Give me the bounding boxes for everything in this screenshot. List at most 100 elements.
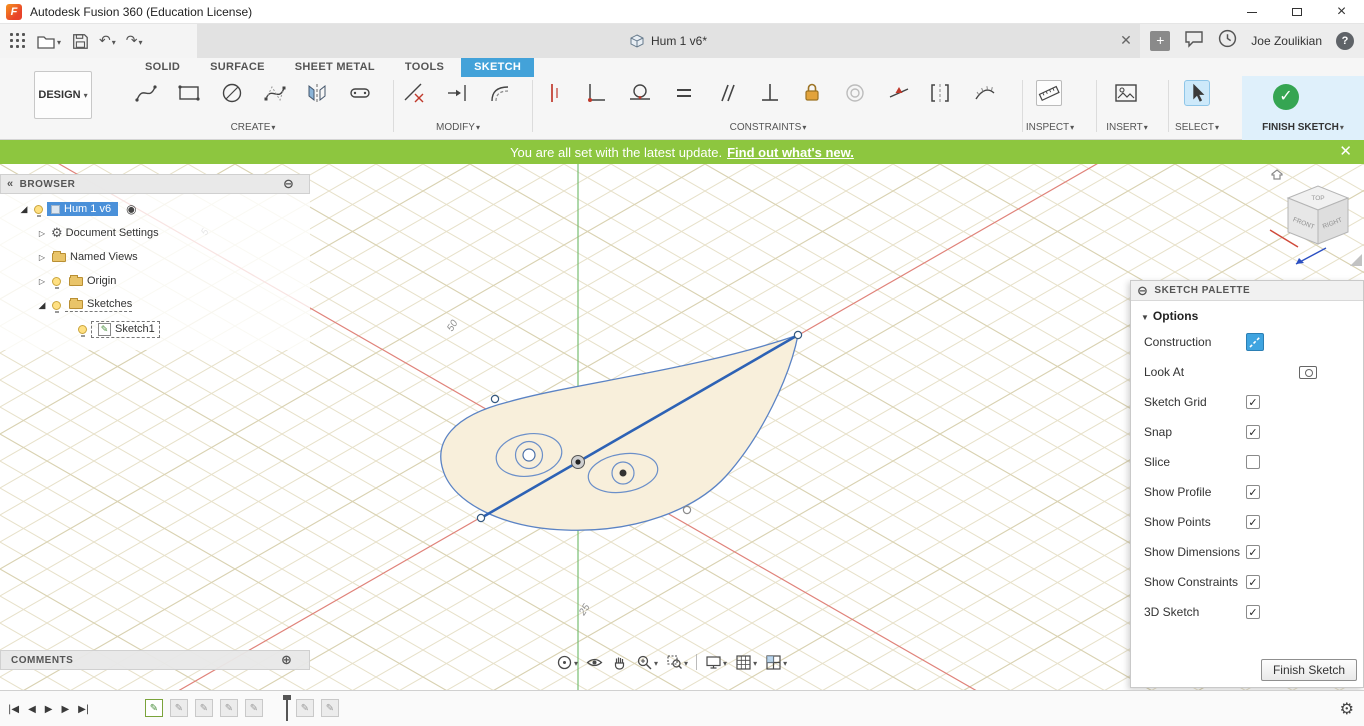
sketch-point[interactable] xyxy=(682,505,692,515)
comments-header[interactable]: COMMENTS ⊕ xyxy=(0,650,310,670)
show-constraints-checkbox[interactable]: ✓ xyxy=(1246,575,1260,589)
expander-icon[interactable]: ◢ xyxy=(36,300,48,311)
timeline-feature[interactable]: ✎ xyxy=(170,699,188,717)
view-cube[interactable]: TOP FRONT RIGHT xyxy=(1268,168,1364,272)
visibility-bulb-icon[interactable] xyxy=(78,324,87,337)
step-forward-button[interactable]: ▶ xyxy=(61,704,69,715)
collapse-panel-icon[interactable]: « xyxy=(7,178,14,190)
snap-checkbox[interactable]: ✓ xyxy=(1246,425,1260,439)
timeline-scrubber[interactable] xyxy=(283,695,291,721)
minimize-button[interactable] xyxy=(1229,0,1274,24)
tab-sheet-metal[interactable]: SHEET METAL xyxy=(282,58,388,77)
minimize-panel-icon[interactable]: ⊖ xyxy=(1137,283,1148,299)
select-button[interactable] xyxy=(1184,80,1210,106)
symmetry-constraint-button[interactable] xyxy=(927,80,953,106)
fit-point-spline-button[interactable] xyxy=(133,80,159,106)
visibility-bulb-icon[interactable] xyxy=(34,204,43,217)
modify-group-label[interactable]: MODIFY xyxy=(412,120,504,134)
zoom-button[interactable] xyxy=(636,653,658,671)
fit-button[interactable] xyxy=(666,653,688,671)
parallel-constraint-button[interactable] xyxy=(714,80,740,106)
tab-sketch[interactable]: SKETCH xyxy=(461,58,535,77)
add-comment-icon[interactable]: ⊕ xyxy=(281,652,292,668)
expander-icon[interactable]: ▷ xyxy=(36,229,48,238)
insert-image-button[interactable] xyxy=(1113,80,1139,106)
circle-button[interactable] xyxy=(219,80,245,106)
play-button[interactable]: ▶ xyxy=(45,704,53,715)
control-point-spline-button[interactable] xyxy=(262,80,288,106)
save-button[interactable] xyxy=(69,28,91,54)
tab-tools[interactable]: TOOLS xyxy=(392,58,457,77)
file-menu-button[interactable] xyxy=(34,28,63,54)
origin-point[interactable] xyxy=(571,455,585,469)
finish-sketch-button-palette[interactable]: Finish Sketch xyxy=(1260,659,1357,681)
timeline-feature[interactable]: ✎ xyxy=(296,699,314,717)
tree-row-origin[interactable]: ▷ Origin xyxy=(36,270,116,292)
timeline-sketch-feature[interactable]: ✎ xyxy=(145,699,163,717)
timeline-feature[interactable]: ✎ xyxy=(195,699,213,717)
sketch-grid-checkbox[interactable]: ✓ xyxy=(1246,395,1260,409)
maximize-button[interactable] xyxy=(1274,0,1319,24)
banner-link[interactable]: Find out what's new. xyxy=(727,145,854,160)
sketch-point[interactable] xyxy=(476,513,486,523)
mirror-button[interactable] xyxy=(304,80,330,106)
tangent-constraint-button[interactable] xyxy=(627,80,653,106)
browser-header[interactable]: « BROWSER ⊖ xyxy=(0,174,310,194)
tree-row-document-settings[interactable]: ▷ ⚙ Document Settings xyxy=(36,222,159,244)
timeline-settings-gear-icon[interactable]: ⚙ xyxy=(1340,699,1354,718)
concentric-constraint-button[interactable] xyxy=(842,80,868,106)
app-grid-button[interactable] xyxy=(8,28,28,54)
job-status-button[interactable] xyxy=(1184,30,1204,53)
coincident-constraint-button[interactable] xyxy=(584,80,610,106)
viewports-button[interactable] xyxy=(765,653,787,671)
slice-checkbox[interactable] xyxy=(1246,455,1260,469)
visibility-bulb-icon[interactable] xyxy=(52,300,61,313)
show-profile-checkbox[interactable]: ✓ xyxy=(1246,485,1260,499)
trim-button[interactable] xyxy=(401,80,427,106)
tab-surface[interactable]: SURFACE xyxy=(197,58,278,77)
perpendicular-constraint-button[interactable] xyxy=(757,80,783,106)
close-button[interactable]: × xyxy=(1319,0,1364,24)
home-icon[interactable] xyxy=(1271,169,1283,180)
rectangle-button[interactable] xyxy=(176,80,202,106)
root-component-chip[interactable]: Hum 1 v6 xyxy=(47,202,119,216)
show-points-checkbox[interactable]: ✓ xyxy=(1246,515,1260,529)
select-group-label[interactable]: SELECT xyxy=(1156,120,1238,134)
go-to-start-button[interactable]: |◀ xyxy=(8,704,19,715)
grid-settings-button[interactable] xyxy=(735,653,757,671)
document-tab[interactable]: Hum 1 v6* xyxy=(197,24,1140,58)
fix-constraint-button[interactable] xyxy=(799,80,825,106)
finish-sketch-button[interactable]: ✓ FINISH SKETCH xyxy=(1242,76,1364,140)
3d-sketch-checkbox[interactable]: ✓ xyxy=(1246,605,1260,619)
display-settings-button[interactable] xyxy=(705,653,727,671)
slot-button[interactable] xyxy=(347,80,373,106)
offset-button[interactable] xyxy=(487,80,513,106)
tree-row-sketches[interactable]: ◢ Sketches xyxy=(36,294,133,316)
horizontal-vertical-constraint-button[interactable] xyxy=(542,80,568,106)
look-at-button[interactable] xyxy=(1299,365,1318,379)
redo-button[interactable]: ↷ xyxy=(124,28,145,54)
constraints-group-label[interactable]: CONSTRAINTS xyxy=(713,120,823,134)
orbit-button[interactable] xyxy=(556,653,578,671)
undo-button[interactable]: ↶ xyxy=(97,28,118,54)
sketch-point[interactable] xyxy=(490,394,500,404)
curvature-constraint-button[interactable] xyxy=(972,80,998,106)
pan-button[interactable] xyxy=(611,654,628,671)
look-at-button[interactable] xyxy=(586,654,603,671)
expander-icon[interactable]: ◢ xyxy=(18,204,30,215)
sketch-canvas[interactable]: 5 50 25 xyxy=(0,164,1364,690)
tree-row-named-views[interactable]: ▷ Named Views xyxy=(36,246,138,268)
minimize-panel-icon[interactable]: ⊖ xyxy=(283,176,294,192)
sketch-point[interactable] xyxy=(793,330,803,340)
activate-component-icon[interactable]: ◉ xyxy=(126,202,136,216)
expander-icon[interactable]: ▷ xyxy=(36,277,48,286)
measure-button[interactable] xyxy=(1036,80,1062,106)
timeline-feature[interactable]: ✎ xyxy=(321,699,339,717)
tab-solid[interactable]: SOLID xyxy=(132,58,193,77)
tree-row-sketch1[interactable]: ✎ Sketch1 xyxy=(74,318,160,340)
timeline-feature[interactable]: ✎ xyxy=(220,699,238,717)
step-back-button[interactable]: ◀ xyxy=(28,704,36,715)
tree-row-root[interactable]: ◢ Hum 1 v6 ◉ xyxy=(18,198,137,220)
extend-button[interactable] xyxy=(444,80,470,106)
equal-constraint-button[interactable] xyxy=(671,80,697,106)
